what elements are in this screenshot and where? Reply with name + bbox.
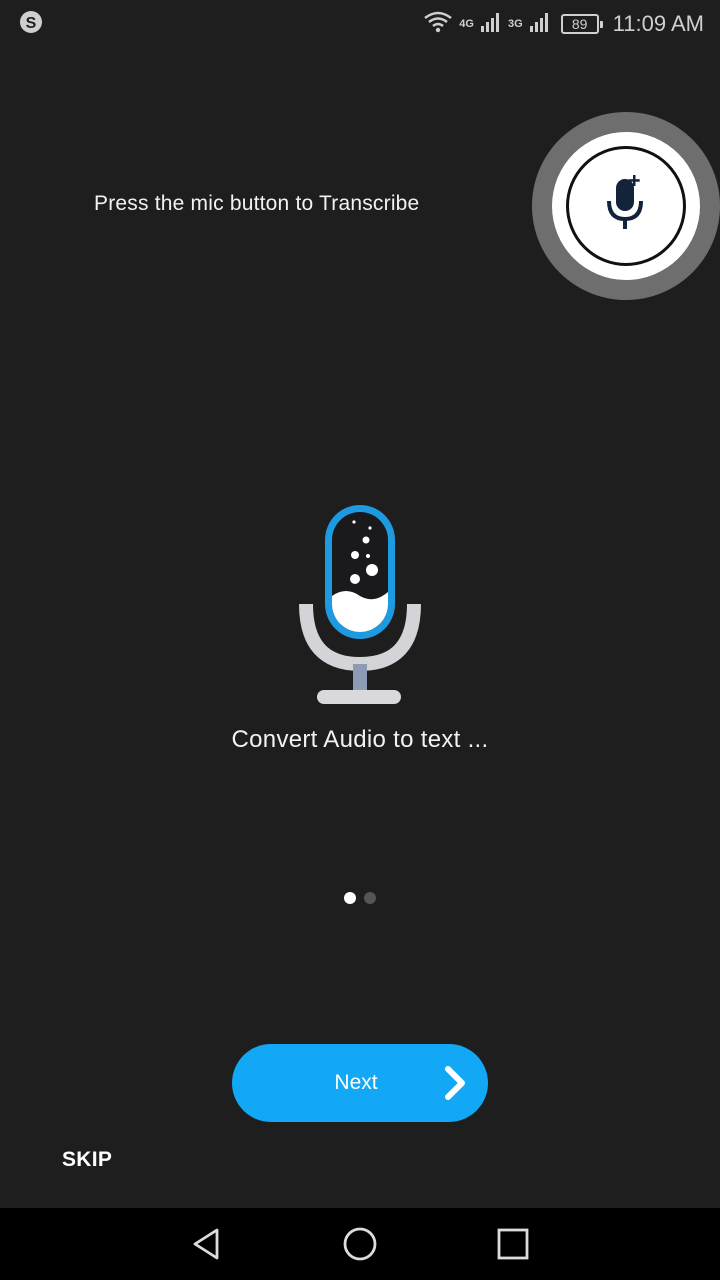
- mic-button[interactable]: [532, 112, 720, 300]
- skype-icon: S: [18, 9, 44, 40]
- clock: 11:09 AM: [612, 11, 704, 36]
- onboarding-screen: S 4G 3G 89 11:09 AM Press the mic button…: [0, 0, 720, 1280]
- mic-button-ring: [566, 146, 686, 266]
- status-right: 4G 3G 89 11:09 AM: [423, 10, 704, 39]
- signal-4g-icon: [480, 11, 502, 38]
- signal-3g-icon: [529, 11, 551, 38]
- microphone-illustration: [290, 500, 430, 710]
- skip-button[interactable]: SKIP: [62, 1148, 112, 1172]
- mic-button-inner: [552, 132, 700, 280]
- page-dot-2[interactable]: [364, 892, 376, 904]
- recents-icon[interactable]: [491, 1222, 535, 1266]
- chevron-right-icon: [442, 1065, 470, 1104]
- mic-plus-icon: [600, 173, 652, 240]
- wifi-icon: [423, 10, 453, 39]
- onboarding-subtitle: Convert Audio to text ...: [231, 726, 489, 753]
- navigation-bar: [0, 1208, 720, 1280]
- network-3g-label: 3G: [507, 18, 523, 30]
- page-indicator: [0, 892, 720, 904]
- transcribe-hint: Press the mic button to Transcribe: [94, 192, 420, 215]
- network-4g-label: 4G: [459, 18, 474, 30]
- back-icon[interactable]: [185, 1222, 229, 1266]
- status-left: S: [18, 9, 44, 40]
- next-button[interactable]: Next: [232, 1044, 488, 1122]
- svg-text:S: S: [26, 15, 37, 32]
- next-button-label: Next: [334, 1071, 378, 1094]
- page-dot-1[interactable]: [344, 892, 356, 904]
- battery-indicator: 89: [560, 14, 603, 34]
- battery-level: 89: [571, 16, 588, 32]
- status-bar: S 4G 3G 89 11:09 AM: [0, 0, 720, 48]
- home-icon[interactable]: [338, 1222, 382, 1266]
